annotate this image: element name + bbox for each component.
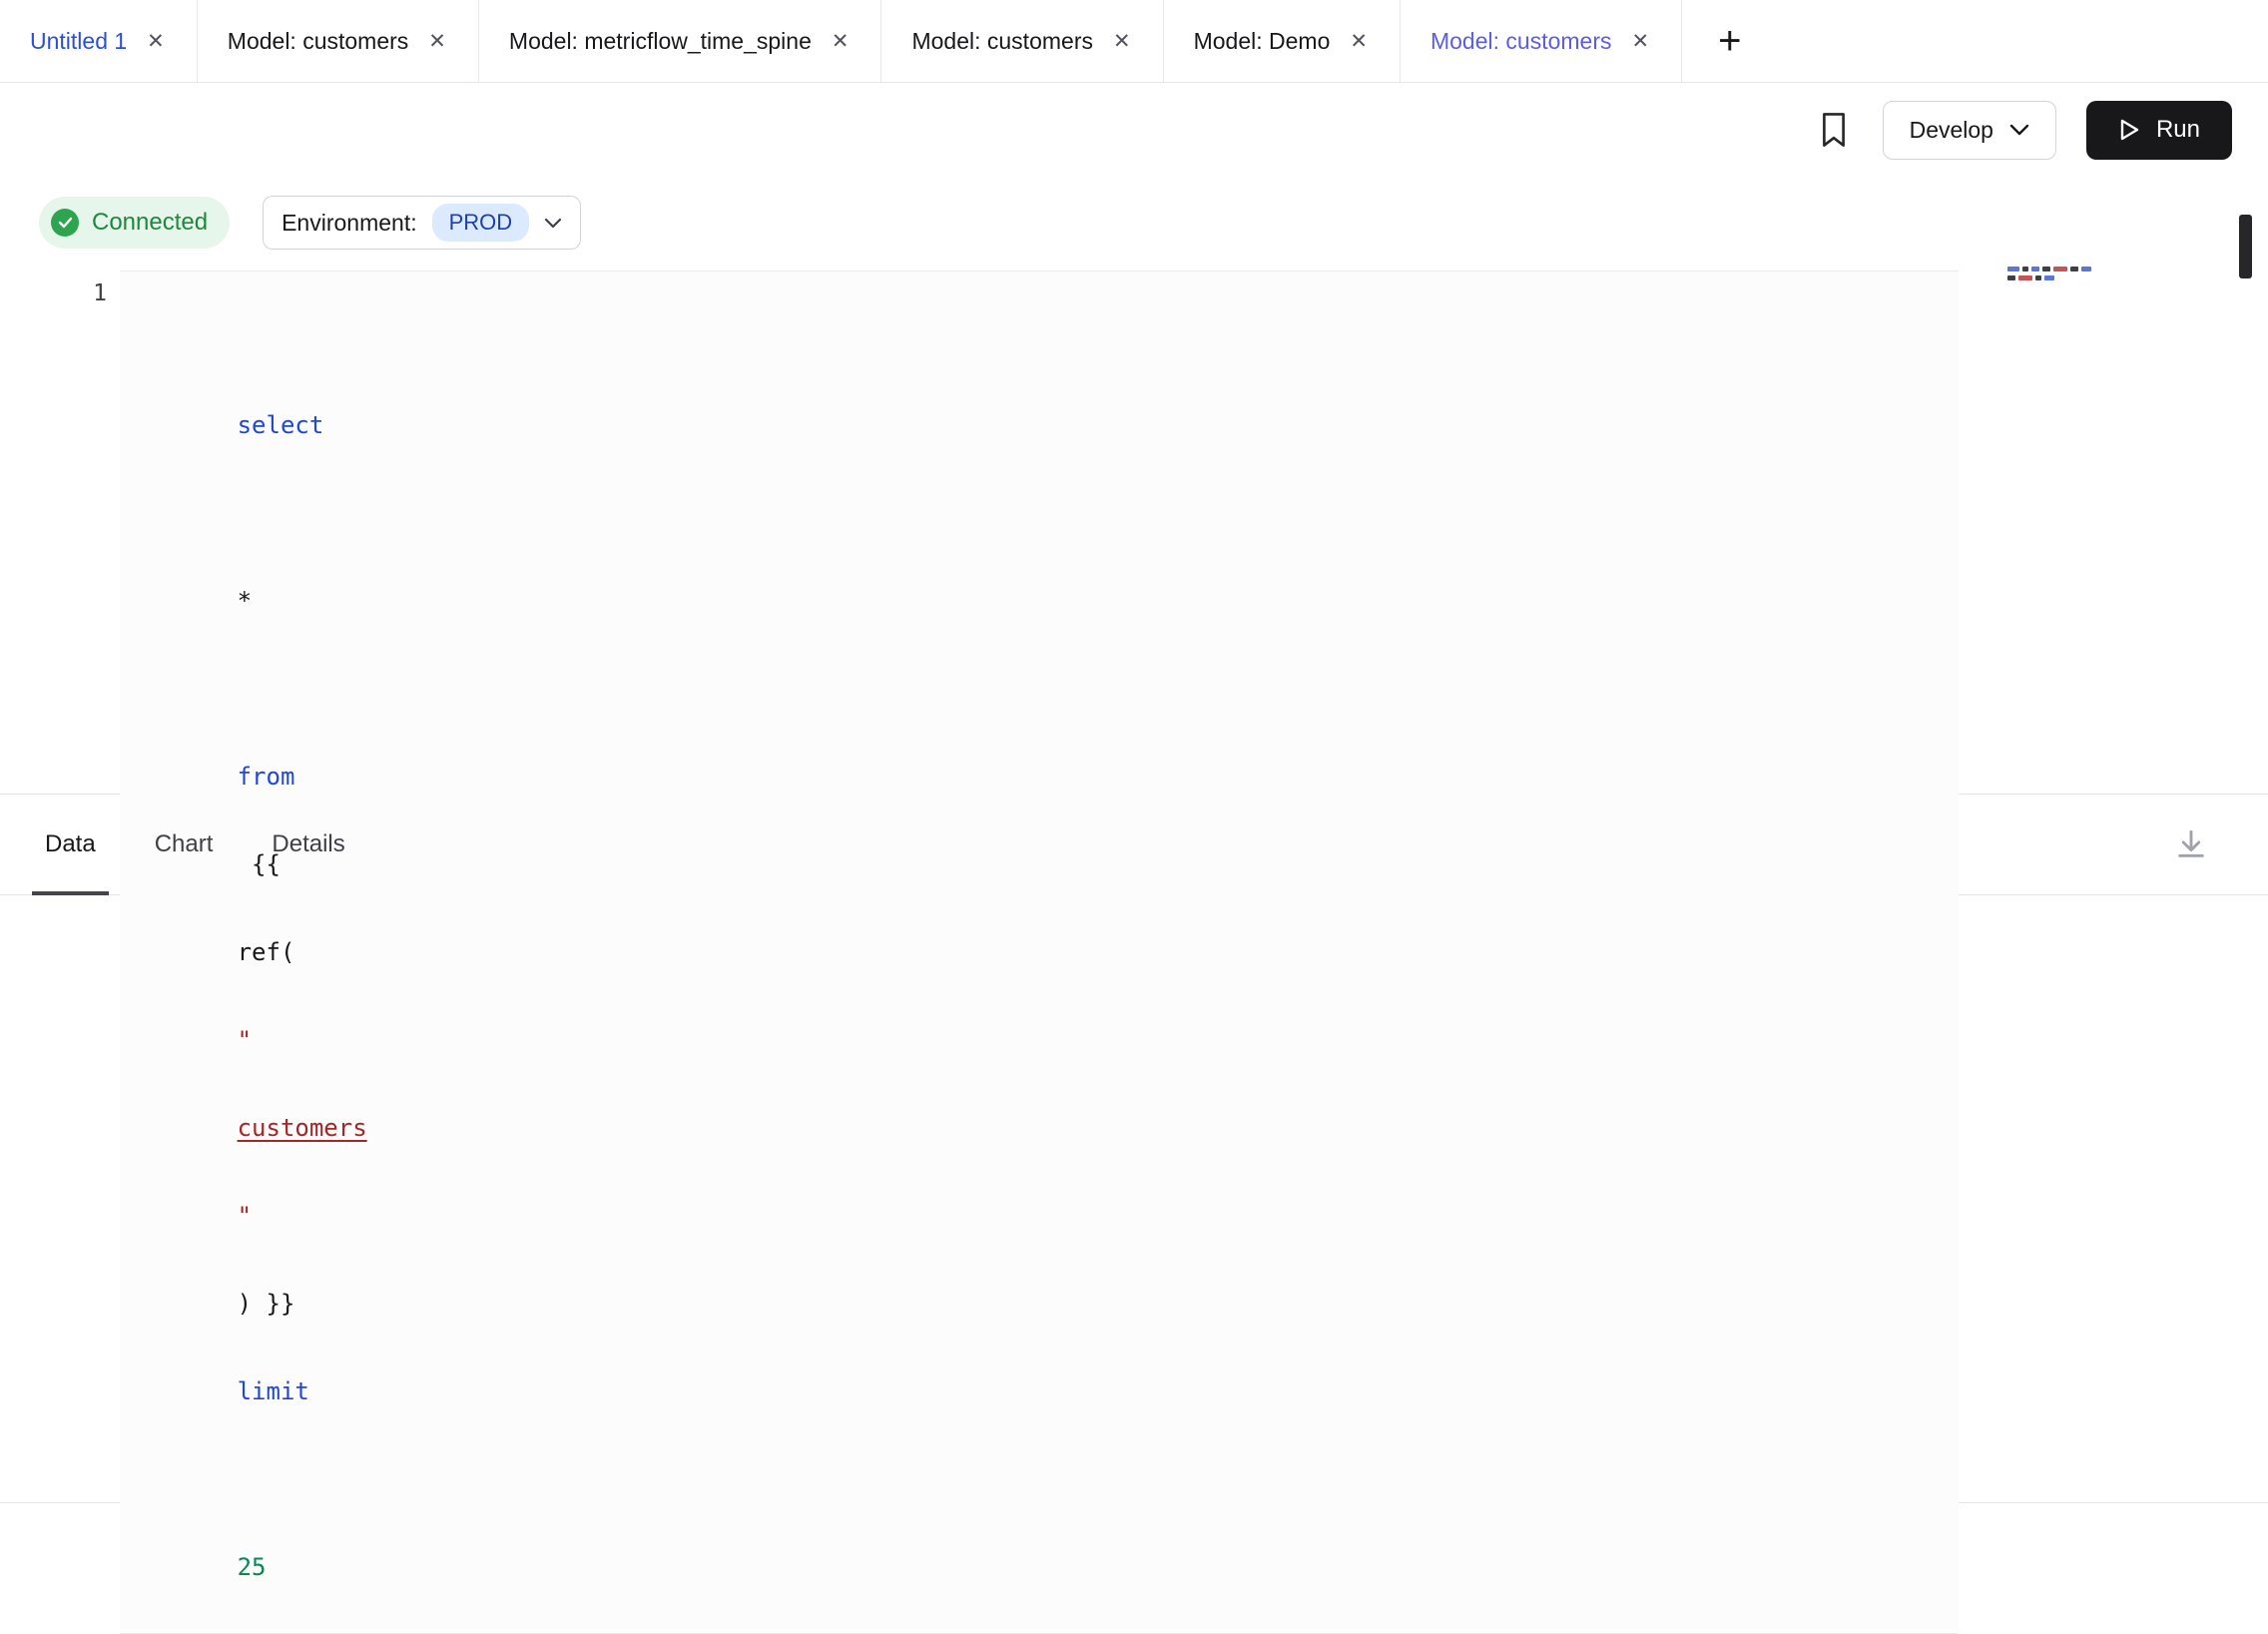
results-tab-label: Data xyxy=(45,830,96,858)
code-editor[interactable]: 1 select * from {{ ref( " customers xyxy=(0,249,2268,794)
editor-tab[interactable]: Model: customers ✕ xyxy=(198,0,479,82)
editor-tab[interactable]: Model: customers ✕ xyxy=(1401,0,1682,82)
toolbar: Develop Run xyxy=(0,83,2268,177)
tab-close-icon[interactable]: ✕ xyxy=(830,29,851,54)
new-tab-button[interactable]: + xyxy=(1708,21,1751,61)
environment-badge: PROD xyxy=(432,204,530,242)
editor-tab[interactable]: Model: Demo ✕ xyxy=(1164,0,1401,82)
bookmark-icon[interactable] xyxy=(1815,108,1853,152)
editor-tab-bar: Untitled 1 ✕ Model: customers ✕ Model: m… xyxy=(0,0,2268,83)
environment-label: Environment: xyxy=(282,210,417,237)
develop-button[interactable]: Develop xyxy=(1883,101,2056,160)
results-tab[interactable]: Data xyxy=(32,795,109,894)
code-token: customers xyxy=(238,1114,367,1142)
code-token xyxy=(238,499,252,527)
minimap-line xyxy=(2007,267,2099,272)
editor-tab[interactable]: Model: metricflow_time_spine ✕ xyxy=(479,0,882,82)
check-icon xyxy=(51,209,79,237)
editor-tab[interactable]: Model: customers ✕ xyxy=(881,0,1163,82)
tab-close-icon[interactable]: ✕ xyxy=(145,29,167,54)
code-line: 1 select * from {{ ref( " customers xyxy=(0,271,2268,1634)
code-token: ref( xyxy=(238,938,295,966)
tab-label: Model: customers xyxy=(228,28,409,55)
connection-status-badge: Connected xyxy=(39,197,230,249)
code-token: " xyxy=(238,1026,252,1054)
code-token: " xyxy=(238,1202,252,1230)
code-token: 25 xyxy=(238,1553,267,1581)
code-token xyxy=(238,675,252,703)
code-token xyxy=(238,1465,252,1493)
tab-close-icon[interactable]: ✕ xyxy=(1111,29,1133,54)
tab-label: Untitled 1 xyxy=(30,28,127,55)
status-row: Connected Environment: PROD xyxy=(39,197,2268,249)
results-tab-label: Chart xyxy=(155,830,214,858)
tabs-list: Untitled 1 ✕ Model: customers ✕ Model: m… xyxy=(0,0,1682,82)
develop-button-label: Develop xyxy=(1910,117,1993,144)
run-button[interactable]: Run xyxy=(2086,101,2232,160)
tab-label: Model: metricflow_time_spine xyxy=(509,28,812,55)
code-token: select xyxy=(238,411,324,439)
environment-selector[interactable]: Environment: PROD xyxy=(263,196,581,250)
tab-close-icon[interactable]: ✕ xyxy=(1630,29,1652,54)
run-button-label: Run xyxy=(2156,116,2200,144)
tab-label: Model: customers xyxy=(1430,28,1612,55)
tab-label: Model: Demo xyxy=(1194,28,1331,55)
minimap-line xyxy=(2007,275,2099,280)
chevron-down-icon xyxy=(544,218,562,229)
editor-scrollbar-thumb[interactable] xyxy=(2239,215,2252,278)
results-tab-label: Details xyxy=(272,830,344,858)
results-tab[interactable]: Details xyxy=(259,795,357,894)
minimap[interactable] xyxy=(2007,267,2099,284)
play-icon xyxy=(2118,118,2140,142)
code-token: limit xyxy=(238,1377,309,1405)
tab-label: Model: customers xyxy=(911,28,1093,55)
line-number: 1 xyxy=(0,271,120,1634)
tab-close-icon[interactable]: ✕ xyxy=(1348,29,1370,54)
results-tabs: Data Chart Details xyxy=(32,795,358,894)
editor-tab[interactable]: Untitled 1 ✕ xyxy=(0,0,198,82)
results-tab[interactable]: Chart xyxy=(142,795,227,894)
connection-status-label: Connected xyxy=(92,209,208,237)
code-token: from xyxy=(238,763,295,791)
chevron-down-icon xyxy=(2009,124,2029,136)
tab-close-icon[interactable]: ✕ xyxy=(426,29,448,54)
code-token: * xyxy=(238,587,252,615)
code-token: ) }} xyxy=(238,1290,309,1318)
code-input[interactable]: select * from {{ ref( " customers " ) }} xyxy=(120,271,1959,1634)
